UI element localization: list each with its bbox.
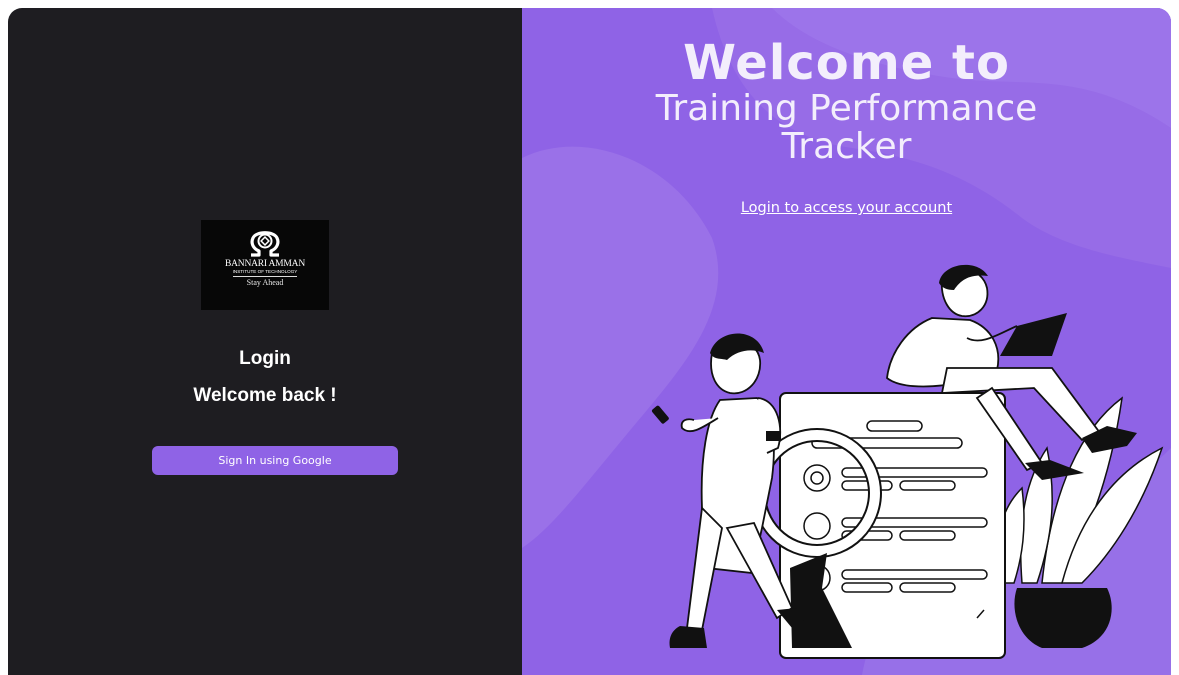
google-sign-in-button[interactable]: Sign In using Google [152, 446, 398, 475]
login-heading: Login [239, 348, 291, 369]
omega-emblem-icon [250, 231, 280, 257]
left-panel: BANNARI AMMAN INSTITUTE OF TECHNOLOGY St… [8, 8, 522, 675]
people-with-documents-illustration [651, 264, 1164, 659]
welcome-back-text: Welcome back ! [193, 385, 337, 406]
logo-text-institute: INSTITUTE OF TECHNOLOGY [232, 269, 298, 277]
logo-text-tagline: Stay Ahead [246, 278, 284, 287]
right-panel: Welcome to Training Performance Tracker … [522, 8, 1171, 675]
login-card: BANNARI AMMAN INSTITUTE OF TECHNOLOGY St… [8, 8, 1171, 675]
institute-logo: BANNARI AMMAN INSTITUTE OF TECHNOLOGY St… [201, 220, 329, 310]
logo-text-name: BANNARI AMMAN [224, 259, 305, 269]
